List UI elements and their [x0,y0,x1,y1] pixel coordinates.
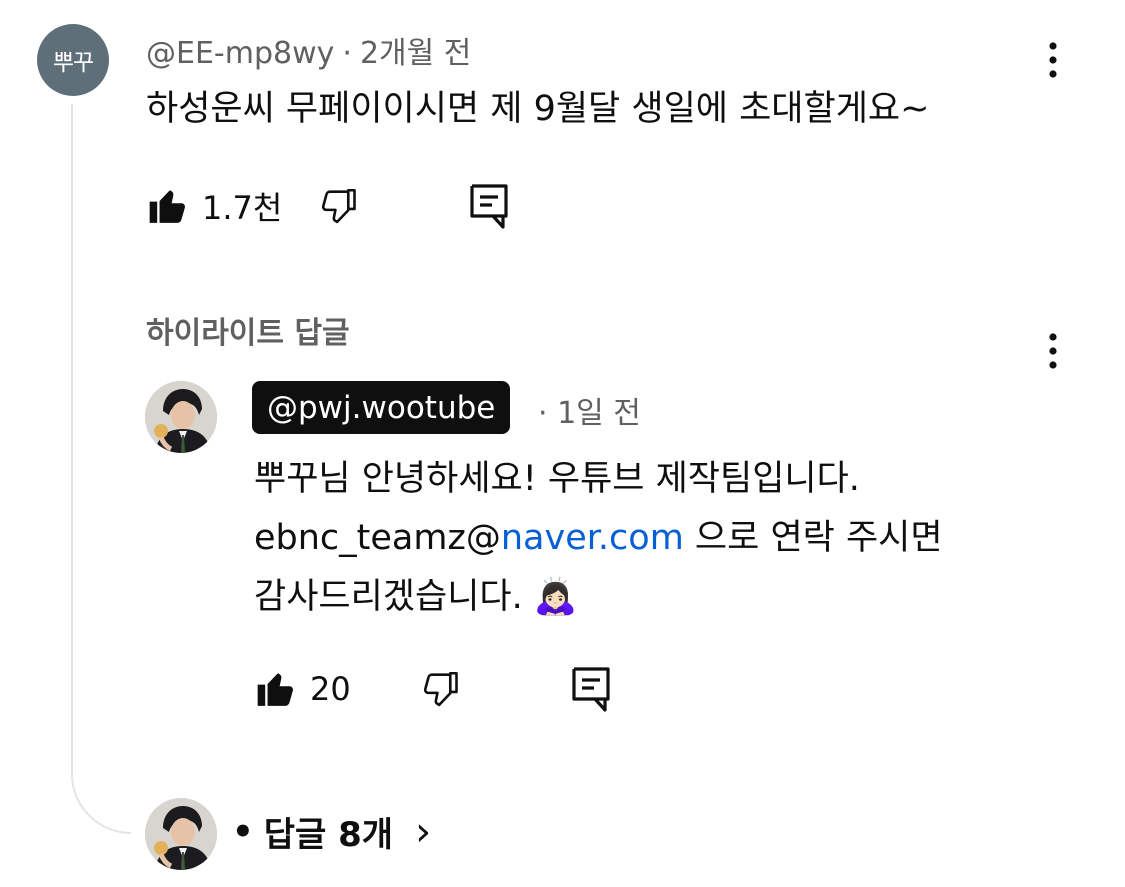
thumbs-up-icon[interactable] [146,184,190,228]
comment-like-count: 1.7천 [202,189,283,227]
comment-meta: @EE-mp8wy · 2개월 전 [146,28,471,72]
replies-separator: • [232,811,254,852]
comment-reply-icon[interactable] [570,665,612,713]
view-replies-button[interactable]: • 답글 8개 › [232,807,431,856]
comment-more-button[interactable] [1038,38,1068,82]
email-domain-link[interactable]: naver.com [501,518,684,558]
thumbs-down-icon[interactable] [316,184,360,228]
reply-text-closing: 감사드리겠습니다. [254,577,523,617]
creator-photo-image [145,381,217,453]
thumbs-down-icon[interactable] [418,667,462,711]
meta-separator: · [342,36,352,71]
reply-author-name: @pwj.wootube [267,389,496,426]
reply-author-avatar[interactable] [145,381,217,453]
comment-timestamp[interactable]: 2개월 전 [360,36,471,71]
reply-like-count: 20 [310,670,351,708]
reply-timestamp[interactable]: 1일 전 [557,396,641,431]
replies-creator-avatar[interactable] [145,798,217,870]
reply-text-line: ebnc_teamz@naver.com 으로 연락 주시면 [254,509,943,568]
email-user: ebnc_teamz@ [254,518,501,558]
highlighted-reply-label: 하이라이트 답글 [146,316,350,351]
comment-text: 하성운씨 무페이이시면 제 9월달 생일에 초대할게요~ [146,89,930,129]
more-vertical-icon [1049,42,1057,78]
reply-text-line: 뿌꾸님 안녕하세요! 우튜브 제작팀입니다. [254,459,860,499]
chevron-right-icon: › [415,808,432,855]
thread-line [71,104,131,834]
reply-text-suffix: 으로 연락 주시면 [683,518,943,558]
more-vertical-icon [1049,333,1057,369]
comment-author-avatar[interactable]: 뿌꾸 [37,24,109,96]
bowing-emoji: 🙇🏻‍♀️ [533,577,578,617]
reply-actions: 20 [254,664,612,714]
reply-more-button[interactable] [1038,329,1068,373]
reply-author-badge[interactable]: @pwj.wootube [252,381,511,434]
comment-author-name[interactable]: @EE-mp8wy [146,36,334,71]
comment-reply-icon[interactable] [468,182,510,230]
reply-text: 뿌꾸님 안녕하세요! 우튜브 제작팀입니다. ebnc_teamz@naver.… [254,450,943,627]
thumbs-up-icon[interactable] [254,667,298,711]
avatar-text: 뿌꾸 [52,50,94,76]
reply-text-line: 감사드리겠습니다. 🙇🏻‍♀️ [254,568,943,627]
meta-separator: · [538,396,558,431]
comment-actions: 1.7천 [146,181,510,231]
creator-photo-image [145,798,217,870]
replies-count-label: 답글 8개 [263,815,394,855]
reply-meta: · 1일 전 [538,388,641,432]
